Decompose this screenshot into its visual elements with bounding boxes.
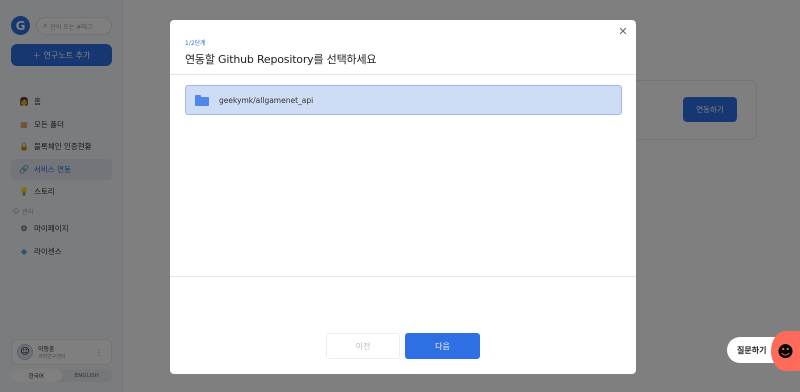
footer-divider (170, 276, 636, 277)
dialog-footer: 이전 다음 (170, 333, 636, 359)
previous-button[interactable]: 이전 (326, 333, 400, 359)
mascot-icon[interactable]: ☻ (771, 331, 800, 371)
dialog-title: 연동할 Github Repository를 선택하세요 (185, 53, 377, 66)
help-label: 질문하기 (737, 345, 767, 355)
next-button[interactable]: 다음 (405, 333, 480, 359)
step-indicator: 1/2단계 (185, 40, 206, 47)
repository-name: geekymk/allgamenet_api (219, 95, 314, 105)
folder-icon (195, 94, 209, 106)
repository-list: geekymk/allgamenet_api (185, 85, 622, 115)
list-item[interactable]: geekymk/allgamenet_api (185, 85, 622, 115)
close-icon[interactable]: ✕ (617, 25, 629, 37)
header-divider (170, 74, 636, 75)
repository-select-dialog: ✕ 1/2단계 연동할 Github Repository를 선택하세요 gee… (170, 20, 636, 374)
